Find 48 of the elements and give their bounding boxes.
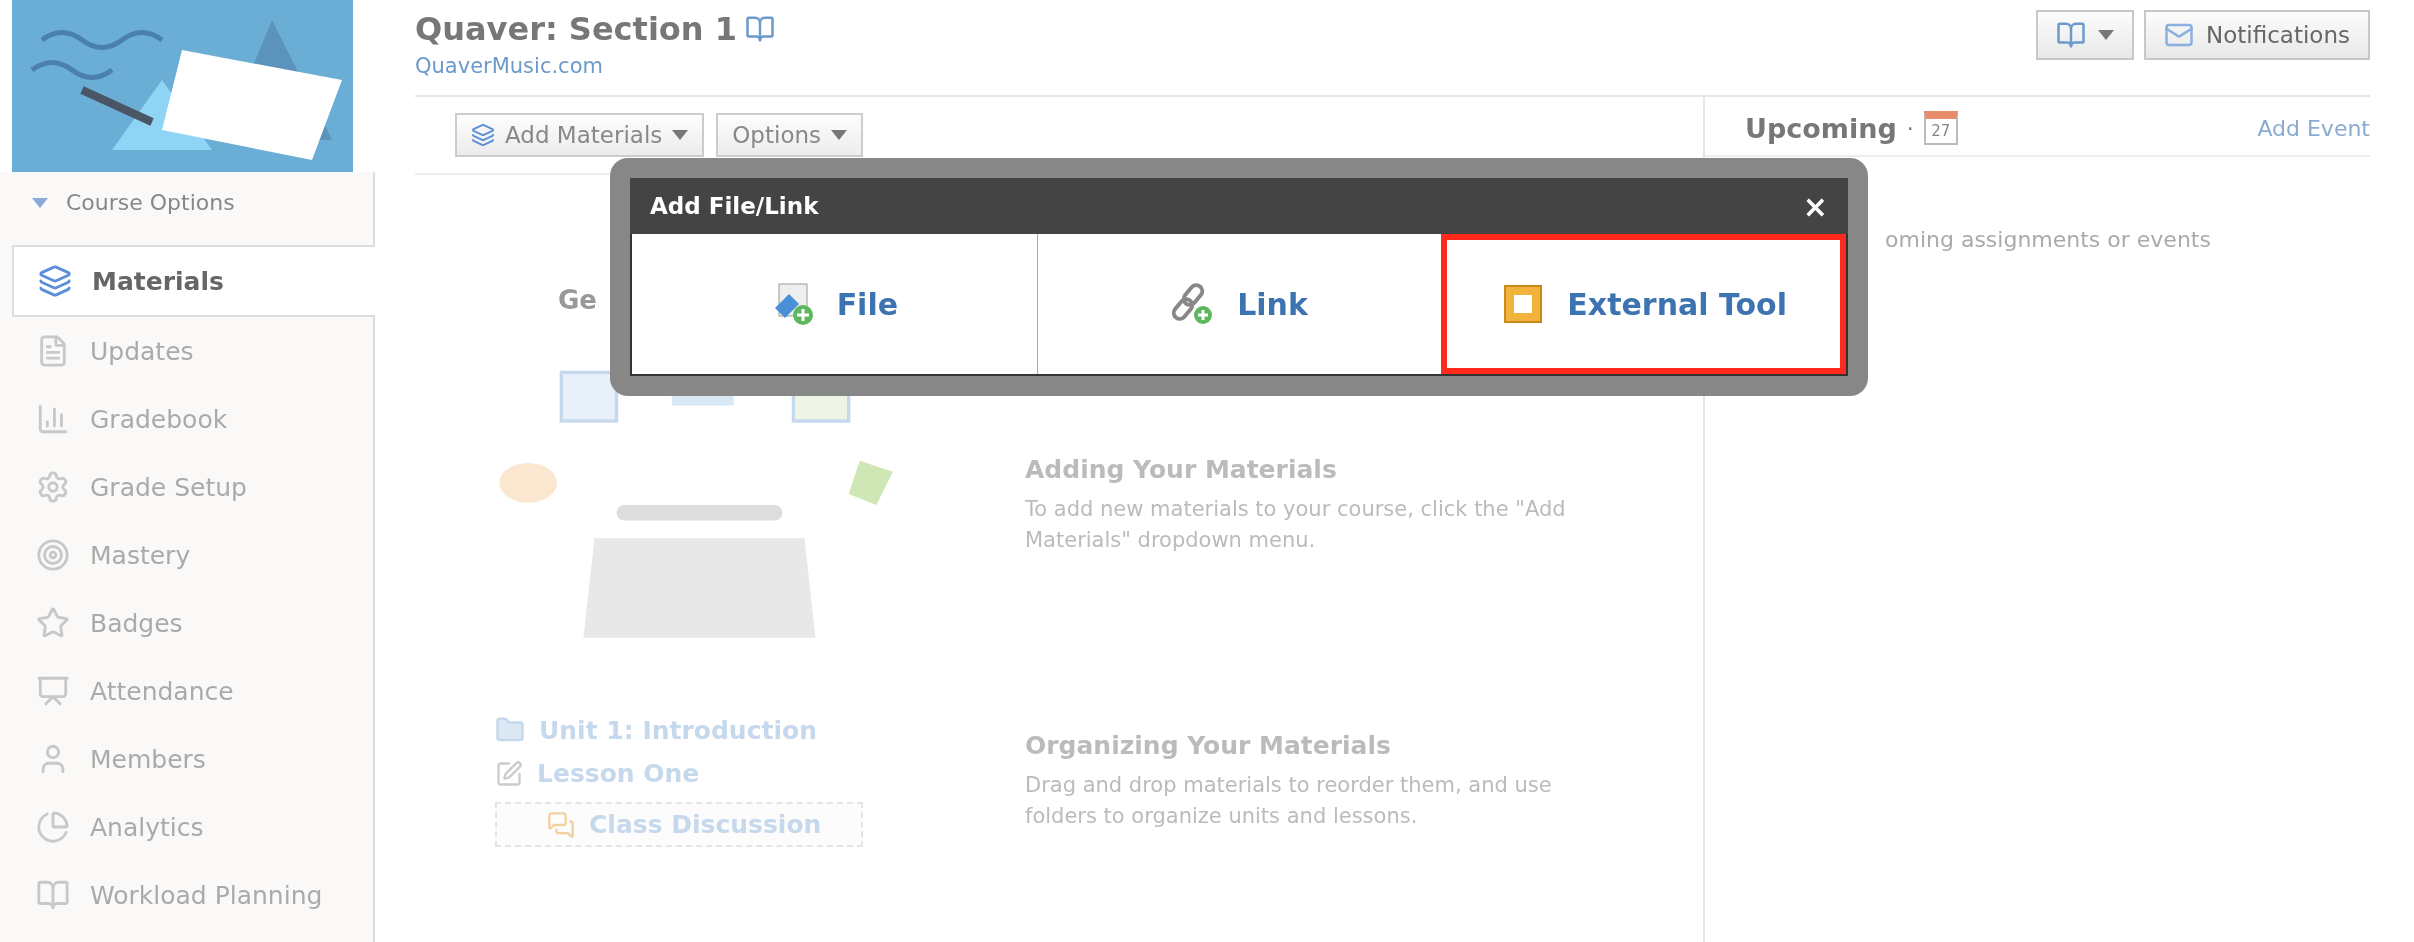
sidebar-item[interactable]: Analytics — [12, 793, 373, 861]
caret-icon — [32, 197, 48, 208]
sidebar-item[interactable]: Updates — [12, 317, 373, 385]
calendar-icon: 27 — [1923, 111, 1958, 145]
sidebar-item[interactable]: Workload Planning — [12, 861, 373, 929]
star-icon — [36, 606, 70, 640]
layers-icon — [38, 264, 72, 298]
sidebar-item[interactable]: Materials — [12, 245, 375, 317]
sidebar-item[interactable]: Badges — [12, 589, 373, 657]
notifications-button[interactable]: Notifications — [2144, 10, 2370, 60]
notebook-icon — [36, 878, 70, 912]
toolbar-dropdown-button[interactable]: Options — [716, 113, 863, 157]
section-text: Drag and drop materials to reorder them, and use folders to organize units and lessons. — [1025, 771, 1553, 830]
caret-icon — [831, 130, 847, 140]
sidebar-item[interactable]: Gradebook — [12, 385, 373, 453]
layers-icon — [471, 123, 495, 147]
separator-dot: · — [1906, 115, 1914, 141]
sidebar-item[interactable]: Members — [12, 725, 373, 793]
sidebar-item[interactable]: Attendance — [12, 657, 373, 725]
upcoming-title: Upcoming — [1745, 112, 1897, 144]
toolbar-dropdown-button[interactable]: Add Materials — [455, 113, 705, 157]
gear-icon — [36, 470, 70, 504]
sidebar-item[interactable]: Mastery — [12, 521, 373, 589]
item-title: Unit 1: Introduction — [539, 715, 817, 745]
notebook-icon — [2056, 20, 2087, 50]
notebook-icon — [745, 14, 775, 44]
section-title: Adding Your Materials — [1025, 454, 1338, 484]
notebook-dropdown-button[interactable] — [2036, 10, 2135, 60]
dialog-title: Add File/Link — [650, 193, 819, 219]
empty-message: oming assignments or events — [1885, 227, 2211, 252]
chat-icon — [547, 810, 575, 839]
pie-chart-icon — [36, 810, 70, 844]
caret-icon — [672, 130, 689, 140]
bar-chart-icon — [36, 402, 70, 436]
course-title: Quaver: Section 1 — [415, 10, 737, 48]
presentation-icon — [36, 674, 70, 708]
section-text: To add new materials to your course, click the "Add Materials" dropdown menu. — [1025, 495, 1567, 554]
section-heading: Ge — [558, 285, 597, 315]
sidebar-item[interactable]: Grade Setup — [12, 453, 373, 521]
section-title: Organizing Your Materials — [1025, 730, 1392, 760]
caret-icon — [2098, 30, 2115, 40]
add-event-link[interactable]: Add Event — [2257, 115, 2370, 141]
pencil-page-icon — [495, 759, 523, 788]
close-button[interactable]: × — [1802, 188, 1828, 224]
course-link[interactable]: QuaverMusic.com — [415, 54, 775, 78]
target-icon — [36, 538, 70, 572]
item-title: Lesson One — [537, 759, 700, 788]
dialog-option[interactable]: External Tool — [1441, 234, 1846, 374]
